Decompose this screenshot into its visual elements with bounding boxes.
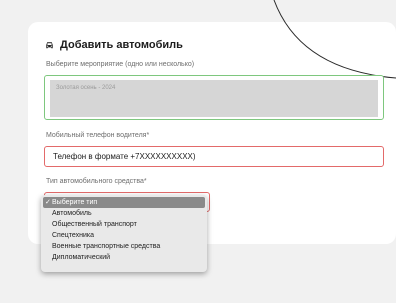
car-icon: [46, 41, 53, 48]
dropdown-option-public-transport[interactable]: Общественный транспорт: [43, 219, 205, 230]
phone-input[interactable]: Телефон в формате +7XXXXXXXXXX): [44, 146, 384, 167]
vehicle-type-dropdown: ✓Выберите тип Автомобиль Общественный тр…: [41, 195, 207, 272]
dropdown-option-special-vehicles[interactable]: Спецтехника: [43, 230, 205, 241]
dropdown-option-diplomatic[interactable]: Дипломатический: [43, 252, 205, 263]
dropdown-option-car[interactable]: Автомобиль: [43, 208, 205, 219]
form-title: Добавить автомобиль: [44, 39, 183, 51]
check-icon: ✓: [45, 199, 51, 206]
event-label: Выберите мероприятие (одно или несколько…: [46, 61, 195, 68]
event-option[interactable]: Золотая осень - 2024: [50, 80, 378, 117]
dropdown-option-label: Выберите тип: [52, 199, 98, 206]
dropdown-option-military-vehicles[interactable]: Военные транспортные средства: [43, 241, 205, 252]
phone-label: Мобильный телефон водителя*: [46, 132, 150, 139]
dropdown-option-select-type[interactable]: ✓Выберите тип: [43, 197, 205, 208]
vehicle-type-label: Тип автомобильного средства*: [46, 178, 147, 185]
event-select[interactable]: Золотая осень - 2024: [44, 75, 384, 120]
form-title-text: Добавить автомобиль: [60, 39, 183, 51]
